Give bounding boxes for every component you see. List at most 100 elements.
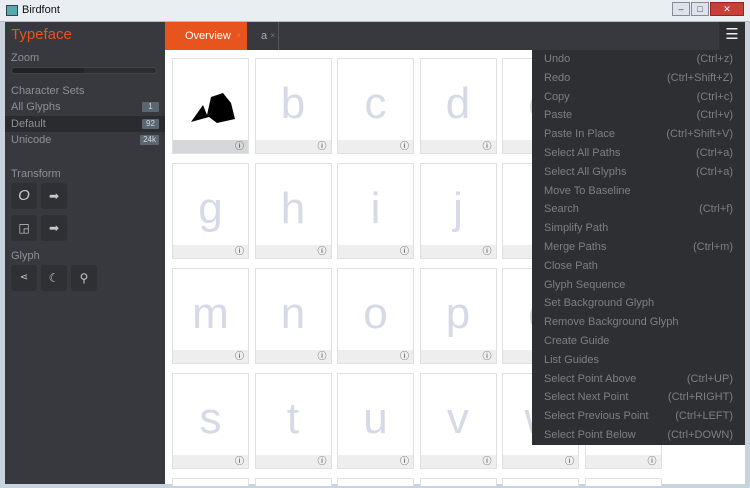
info-icon[interactable]: ⓘ [235,456,244,467]
resize-icon[interactable]: ◲ [11,215,37,241]
menu-item[interactable]: Select Previous Point (Ctrl+LEFT) [532,407,745,426]
glyph-char: j [453,184,463,233]
charset-item[interactable]: Default 92 [5,115,165,132]
menu-item-shortcut: (Ctrl+c) [696,90,733,103]
info-icon[interactable]: ⓘ [482,141,491,152]
dropdown-menu: Undo (Ctrl+z) Redo (Ctrl+Shift+Z) Copy (Ctrl+… [532,50,745,445]
glyph-cell[interactable]: i ⓘ [337,163,414,259]
arrow-right-icon[interactable]: ➡ [41,215,67,241]
search-icon[interactable]: ⚲ [71,265,97,291]
close-tab-icon[interactable]: × [236,22,241,50]
close-tab-icon[interactable]: × [270,22,275,50]
minimize-button[interactable]: – [672,2,690,16]
glyph-cell[interactable]: v ⓘ [419,373,497,469]
glyph-cell[interactable]: c ⓘ [337,58,414,154]
info-icon[interactable]: ⓘ [647,456,656,467]
menu-item[interactable]: Set Background Glyph [532,294,745,313]
menu-item[interactable]: Move To Baseline [532,182,745,201]
share-icon[interactable]: ⋖ [11,265,37,291]
info-icon[interactable]: ⓘ [400,456,409,467]
menu-item[interactable]: Remove Background Glyph [532,313,745,332]
menu-item-shortcut: (Ctrl+a) [696,147,733,159]
menu-item[interactable]: Copy (Ctrl+c) [532,88,745,107]
glyph-cell[interactable]: a☰ⓘ [172,58,249,154]
info-icon[interactable]: ⓘ [235,141,244,152]
tab-a[interactable]: a × [247,22,279,50]
zoom-slider[interactable] [11,67,157,74]
glyph-cell[interactable]: j ⓘ [419,163,497,259]
menu-item[interactable]: Redo (Ctrl+Shift+Z) [532,69,745,88]
menu-item[interactable]: Undo (Ctrl+z) [532,50,745,69]
info-icon[interactable]: ⓘ [482,456,491,467]
info-icon[interactable]: ⓘ [400,351,409,362]
menu-item[interactable]: Paste (Ctrl+v) [532,106,745,125]
info-icon[interactable]: ⓘ [317,141,326,152]
maximize-button[interactable]: □ [691,2,709,16]
glyph-char: c [364,79,387,128]
menu-item[interactable]: Merge Paths (Ctrl+m) [532,238,745,257]
glyph-cell[interactable]: h ⓘ [254,163,332,259]
menu-item[interactable]: Simplify Path [532,219,745,238]
glyph-cell[interactable]: p ⓘ [419,268,497,364]
glyph-char: b [280,79,306,128]
title-bar: Birdfont – □ ✕ [0,0,750,22]
charset-item[interactable]: Unicode 24k [5,132,165,148]
menu-item[interactable]: Search (Ctrl+f) [532,200,745,219]
info-icon[interactable]: ⓘ [317,351,326,362]
info-icon[interactable]: ⓘ [400,141,409,152]
charset-item[interactable]: All Glyphs 1 [5,99,165,115]
glyph-cell[interactable]: b ⓘ [254,58,332,154]
menu-item[interactable]: Select Next Point (Ctrl+RIGHT) [532,388,745,407]
menu-item[interactable]: Glyph Sequence [532,276,745,295]
glyph-cell[interactable]: o ⓘ [337,268,414,364]
glyph-cell[interactable] [337,478,414,486]
menu-item[interactable]: Select All Glyphs (Ctrl+a) [532,163,745,182]
app-icon [6,5,18,16]
glyph-cell[interactable] [584,478,662,486]
info-icon[interactable]: ⓘ [482,246,491,257]
glyph-cell[interactable]: s ⓘ [172,373,249,469]
info-icon[interactable]: ⓘ [317,246,326,257]
menu-item[interactable]: Create Guide [532,332,745,351]
info-icon[interactable]: ⓘ [565,456,574,467]
menu-item-label: Undo [544,53,571,65]
glyph-cell[interactable] [419,478,497,486]
menu-item[interactable]: Paste In Place (Ctrl+Shift+V) [532,125,745,144]
glyph-cell[interactable] [502,478,579,486]
menu-icon[interactable]: ☰ [719,22,745,50]
menu-item[interactable]: List Guides [532,351,745,370]
glyph-cell[interactable]: d ⓘ [419,58,497,154]
charsets-label: Character Sets [11,85,85,97]
close-window-button[interactable]: ✕ [710,2,744,16]
glyph-cell[interactable]: m ⓘ [172,268,249,364]
glyph-char: s [199,394,222,443]
info-icon[interactable]: ⓘ [317,456,326,467]
info-icon[interactable]: ⓘ [235,351,244,362]
menu-item-label: Redo [544,71,571,84]
glyph-cell[interactable] [254,478,332,486]
glyph-a-drawing [191,93,235,123]
moon-icon[interactable]: ☾ [41,265,67,291]
arrow-right-icon[interactable]: ➡ [41,183,67,209]
menu-item[interactable]: Close Path [532,257,745,276]
menu-item[interactable]: Select All Paths (Ctrl+a) [532,144,745,163]
menu-item-label: Paste In Place [544,128,615,141]
tab-overview[interactable]: Overview × [165,22,247,50]
info-icon[interactable]: ⓘ [235,246,244,257]
glyph-cell[interactable]: u ⓘ [337,373,414,469]
glyph-cell[interactable]: t ⓘ [254,373,332,469]
charset-label: All Glyphs [11,101,61,113]
menu-item-label: Select All Paths [544,147,621,159]
info-icon[interactable]: ⓘ [400,246,409,257]
rotate-icon[interactable]: O [11,183,37,209]
menu-item-label: Select Next Point [544,391,629,404]
menu-item-shortcut: (Ctrl+v) [696,109,733,122]
menu-item[interactable]: Select Point Above (Ctrl+UP) [532,370,745,389]
glyph-cell[interactable]: n ⓘ [254,268,332,364]
info-icon[interactable]: ⓘ [482,351,491,362]
menu-item[interactable]: Select Point Below (Ctrl+DOWN) [532,426,745,445]
menu-item-label: Select All Glyphs [544,165,627,178]
menu-item-label: Glyph Sequence [544,278,626,291]
glyph-cell[interactable] [172,478,249,486]
glyph-cell[interactable]: g ⓘ [172,163,249,259]
